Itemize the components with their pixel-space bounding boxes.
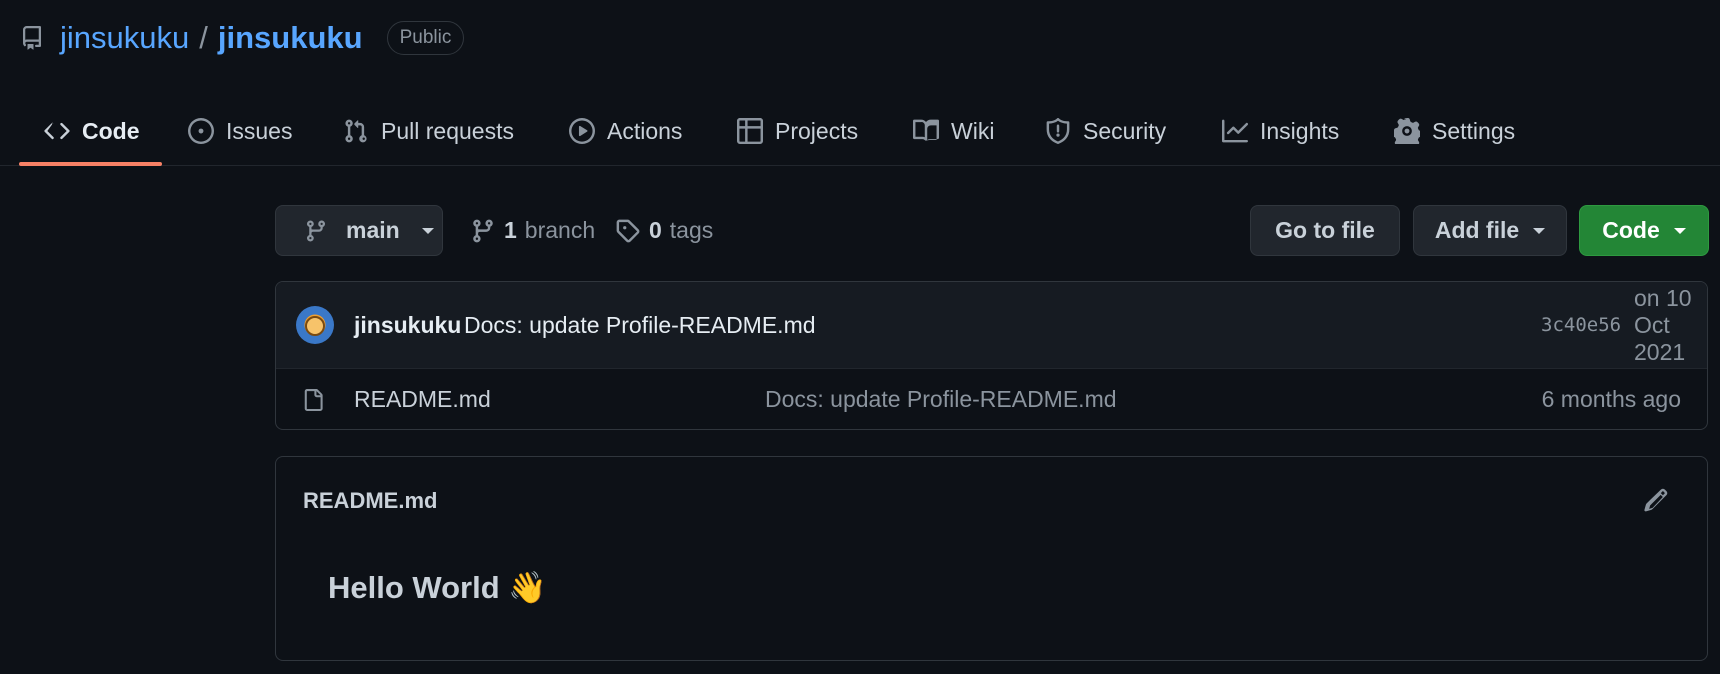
repo-icon	[20, 26, 44, 50]
file-age: 6 months ago	[1541, 386, 1681, 412]
tab-label: Projects	[775, 117, 859, 144]
commit-sha-link[interactable]: 3c40e56	[1541, 314, 1621, 336]
tab-security[interactable]: Security	[1045, 96, 1166, 166]
tab-label: Code	[82, 117, 140, 144]
avatar[interactable]	[296, 306, 334, 344]
tab-code[interactable]: Code	[44, 96, 140, 166]
branch-name: main	[346, 217, 400, 243]
file-commit-message-link[interactable]: Docs: update Profile-README.md	[765, 386, 1117, 413]
commit-message-link[interactable]: Docs: update Profile-README.md	[464, 312, 816, 339]
chevron-down-icon	[1673, 227, 1686, 234]
tag-count: 0	[649, 217, 662, 243]
table-row: README.md Docs: update Profile-README.md…	[276, 369, 1707, 429]
repo-header: jinsukuku / jinsukuku Public	[20, 18, 465, 58]
file-icon	[302, 387, 324, 413]
tag-label: tags	[669, 217, 714, 243]
tags-link[interactable]: 0 tags	[615, 205, 713, 256]
table-icon	[737, 118, 763, 144]
code-dropdown-button[interactable]: Code	[1579, 205, 1709, 256]
tab-actions[interactable]: Actions	[569, 96, 682, 166]
readme-heading: Hello World 👋	[328, 570, 547, 605]
tag-icon	[615, 218, 641, 244]
tab-insights[interactable]: Insights	[1222, 96, 1339, 166]
gear-icon	[1394, 118, 1420, 144]
repo-nav-tabs: Code Issues Pull requests Actions Projec…	[0, 96, 1720, 166]
repo-owner-link[interactable]: jinsukuku	[60, 20, 189, 56]
git-branch-icon	[304, 219, 328, 243]
pull-request-icon	[343, 118, 369, 144]
tab-issues[interactable]: Issues	[188, 96, 292, 166]
tab-label: Insights	[1260, 117, 1340, 144]
commit-date: on 10 Oct 2021	[1634, 284, 1692, 365]
tab-pull-requests[interactable]: Pull requests	[343, 96, 514, 166]
issue-icon	[188, 118, 214, 144]
tab-label: Actions	[607, 117, 683, 144]
tab-label: Settings	[1432, 117, 1516, 144]
add-file-label: Add file	[1434, 217, 1520, 243]
play-icon	[569, 118, 595, 144]
branch-label: branch	[524, 217, 596, 243]
tab-label: Pull requests	[381, 117, 514, 144]
chevron-down-icon	[421, 227, 434, 234]
readme-panel: README.md Hello World 👋	[275, 456, 1708, 661]
tab-projects[interactable]: Projects	[737, 96, 858, 166]
branch-count: 1	[504, 217, 517, 243]
chevron-down-icon	[1533, 227, 1546, 234]
code-button-label: Code	[1602, 217, 1660, 243]
active-tab-indicator	[19, 162, 162, 166]
go-to-file-label: Go to file	[1275, 217, 1375, 243]
file-name-link[interactable]: README.md	[354, 386, 491, 413]
tab-label: Issues	[226, 117, 293, 144]
branches-link[interactable]: 1 branch	[470, 205, 595, 256]
readme-title-link[interactable]: README.md	[303, 488, 437, 514]
commit-author-link[interactable]: jinsukuku	[354, 312, 461, 339]
tab-label: Security	[1083, 117, 1167, 144]
go-to-file-button[interactable]: Go to file	[1250, 205, 1400, 256]
tab-settings[interactable]: Settings	[1394, 96, 1515, 166]
shield-icon	[1045, 118, 1071, 144]
repo-path-separator: /	[199, 20, 208, 55]
add-file-button[interactable]: Add file	[1413, 205, 1567, 256]
branch-selector-button[interactable]: main	[275, 205, 443, 256]
book-icon	[913, 118, 939, 144]
git-branch-icon	[470, 218, 496, 244]
graph-icon	[1222, 118, 1248, 144]
tab-wiki[interactable]: Wiki	[913, 96, 994, 166]
code-icon	[44, 118, 70, 144]
latest-commit-bar: jinsukuku Docs: update Profile-README.md…	[276, 282, 1707, 369]
file-list: jinsukuku Docs: update Profile-README.md…	[275, 281, 1708, 430]
repo-name-link[interactable]: jinsukuku	[218, 20, 363, 56]
tab-label: Wiki	[951, 117, 995, 144]
pencil-icon[interactable]	[1643, 487, 1669, 513]
visibility-badge: Public	[386, 21, 465, 55]
